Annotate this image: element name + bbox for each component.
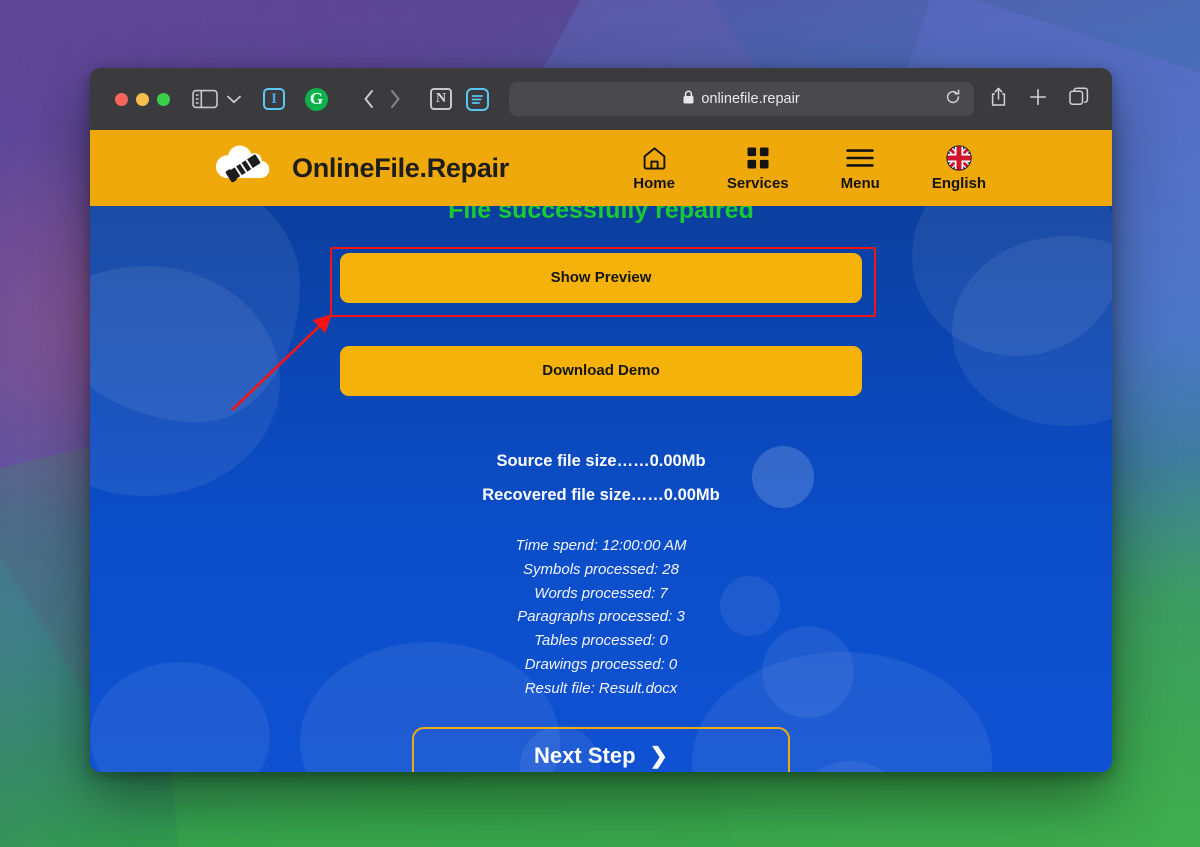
sidebar-toggle-icon[interactable] [192,89,218,109]
file-size-summary: Source file size……0.00Mb Recovered file … [90,452,1112,505]
nav-item-language-label: English [931,174,986,192]
maximize-window-button[interactable] [157,92,170,106]
processing-stats: Time spend: 12:00:00 AM Symbols processe… [90,534,1112,701]
stat-time-spend: Time spend: 12:00:00 AM [515,537,687,554]
site-header: OnlineFile.Repair Home Services Menu Eng… [90,130,1112,206]
close-window-button[interactable] [115,92,128,106]
stat-tables: Tables processed: 0 [534,632,668,650]
nav-item-home-label: Home [633,174,675,192]
desktop-wallpaper: I G N onlinefile.repair OnlineFile.Repai… [0,0,1200,847]
uk-flag-icon [946,144,972,171]
forward-button[interactable] [382,89,408,109]
grid-icon [746,145,770,171]
stat-drawings: Drawings processed: 0 [524,655,678,673]
site-logo-text: OnlineFile.Repair [292,152,509,183]
address-bar-url: onlinefile.repair [701,91,800,107]
download-demo-button[interactable]: Download Demo [340,346,862,396]
back-button[interactable] [356,89,382,109]
nav-item-menu-label: Menu [840,174,880,192]
show-preview-button[interactable]: Show Preview [340,253,862,303]
extension-instapaper-icon[interactable]: I [263,88,285,110]
nav-item-services[interactable]: Services [727,145,789,192]
chevron-right-icon: ❯ [649,742,668,768]
chevron-down-icon[interactable] [225,95,243,104]
stat-result-file: Result file: Result.docx [524,679,678,697]
next-step-button[interactable]: Next Step ❯ [412,726,790,772]
tab-overview-icon[interactable] [1069,87,1089,111]
reload-icon[interactable] [945,89,961,109]
share-icon[interactable] [990,87,1007,112]
status-message: File successfully repaired [448,206,754,224]
extension-todoist-icon[interactable] [466,87,489,111]
nav-item-home[interactable]: Home [633,145,675,192]
recovered-file-size: Recovered file size……0.00Mb [482,486,720,504]
window-traffic-lights [115,92,170,106]
stat-symbols: Symbols processed: 28 [523,560,679,578]
hamburger-menu-icon [846,145,874,171]
address-bar[interactable]: onlinefile.repair [509,82,974,116]
next-step-label: Next Step [534,742,636,768]
extension-grammarly-icon[interactable]: G [305,87,328,111]
nav-item-language[interactable]: English [931,144,986,192]
nav-item-menu[interactable]: Menu [841,145,880,192]
home-icon [642,145,667,171]
source-file-size: Source file size……0.00Mb [496,452,706,470]
nav-item-services-label: Services [726,174,789,192]
site-logo[interactable]: OnlineFile.Repair [210,143,509,194]
browser-toolbar: I G N onlinefile.repair [90,68,1112,130]
plus-icon[interactable] [1029,88,1047,111]
cloud-wrench-logo-icon [210,143,280,194]
extension-notion-icon[interactable]: N [430,88,452,110]
site-nav: Home Services Menu English [633,144,986,192]
lock-icon [683,90,694,108]
minimize-window-button[interactable] [136,92,149,106]
stat-paragraphs: Paragraphs processed: 3 [517,608,685,626]
stat-words: Words processed: 7 [534,584,668,602]
web-page: OnlineFile.Repair Home Services Menu Eng… [90,130,1112,772]
browser-window: I G N onlinefile.repair OnlineFile.Repai… [90,68,1112,772]
page-content: File successfully repaired Show Preview … [90,206,1112,772]
